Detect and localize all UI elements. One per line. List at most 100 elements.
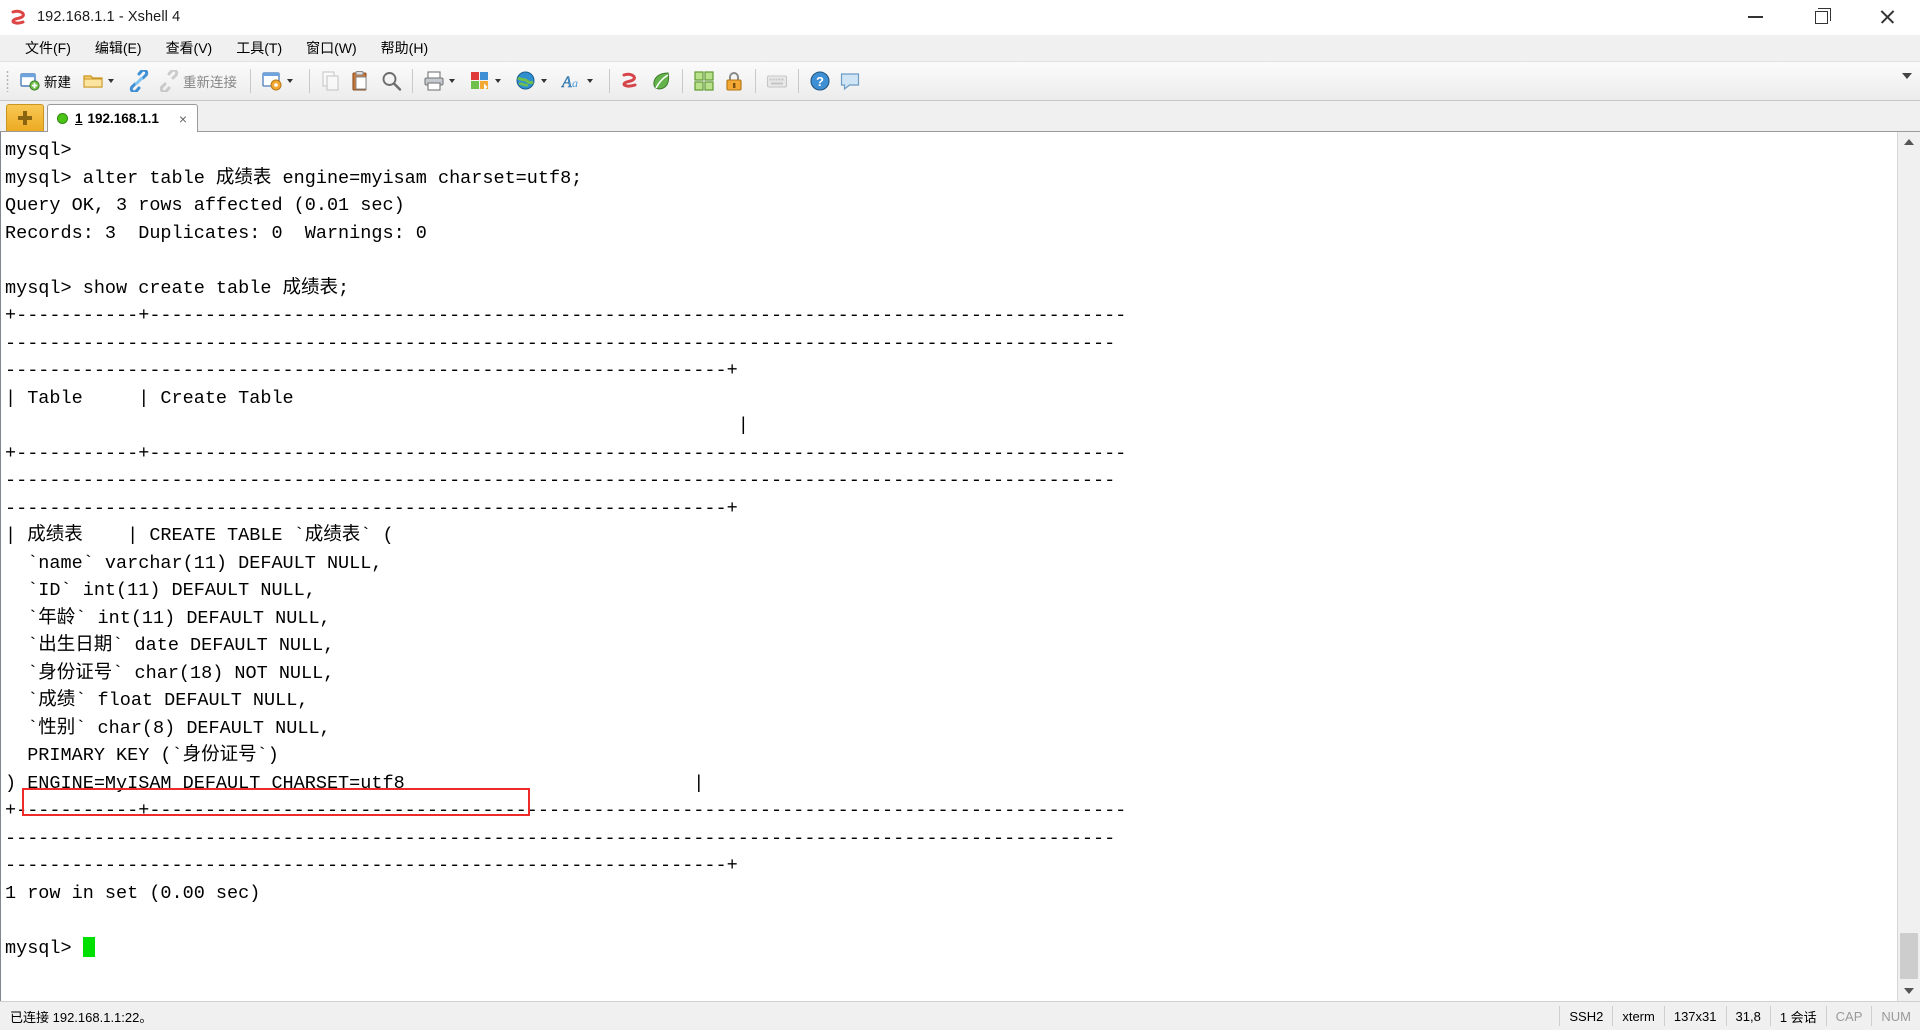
new-window-icon (19, 70, 41, 92)
arrange-button[interactable] (689, 65, 719, 97)
chevron-down-icon[interactable] (287, 79, 293, 83)
terminal-line: +-----------+---------------------------… (5, 442, 1127, 464)
terminal-line: +-----------+---------------------------… (5, 800, 1127, 821)
open-session-button[interactable] (78, 65, 124, 97)
terminal-line: Records: 3 Duplicates: 0 Warnings: 0 (5, 222, 427, 244)
terminal-line: PRIMARY KEY (`身份证号`) (5, 745, 279, 766)
close-button[interactable] (1854, 0, 1920, 34)
terminal-line: | Table | Create Table (5, 387, 294, 409)
help-button[interactable]: ? (805, 65, 835, 97)
toolbar-separator (682, 69, 683, 93)
terminal-line: mysql> alter table 成绩表 engine=myisam cha… (5, 167, 583, 189)
plus-icon (18, 111, 32, 125)
terminal-line: ) ENGINE=MyISAM DEFAULT CHARSET=utf8 | (5, 772, 705, 794)
terminal-line: `ID` int(11) DEFAULT NULL, (5, 580, 316, 601)
xshell-icon (620, 70, 642, 92)
chevron-down-icon[interactable] (495, 79, 501, 83)
new-session-button[interactable]: 新建 (15, 65, 78, 97)
maximize-button[interactable] (1788, 0, 1854, 34)
toolbar-separator (755, 69, 756, 93)
scrollbar-thumb[interactable] (1900, 933, 1918, 979)
feedback-button[interactable] (835, 65, 865, 97)
web-button[interactable] (511, 65, 557, 97)
status-session-count: 1 会话 (1769, 1006, 1826, 1026)
terminal-output[interactable]: mysql> mysql> alter table 成绩表 engine=myis… (1, 132, 1897, 1001)
xftp-button[interactable] (646, 65, 676, 97)
minimize-button[interactable] (1722, 0, 1788, 34)
status-num-lock: NUM (1871, 1006, 1920, 1026)
terminal-line: `年龄` int(11) DEFAULT NULL, (5, 607, 331, 629)
status-cursor-position: 31,8 (1725, 1006, 1770, 1026)
terminal-line: ----------------------------------------… (5, 855, 738, 876)
tile-windows-icon (693, 70, 715, 92)
scroll-down-button[interactable] (1898, 981, 1920, 1001)
terminal-line: ----------------------------------------… (5, 827, 1116, 849)
speech-bubble-icon (839, 70, 861, 92)
transfer-button[interactable] (465, 65, 511, 97)
session-properties-button[interactable] (257, 65, 303, 97)
status-caps-lock: CAP (1825, 1006, 1872, 1026)
terminal-line: `身份证号` char(18) NOT NULL, (5, 662, 335, 684)
reconnect-label: 重新连接 (183, 75, 237, 90)
toolbar-grip[interactable] (6, 70, 9, 92)
print-button[interactable] (419, 65, 465, 97)
connect-button[interactable] (124, 65, 154, 97)
toolbar-separator (309, 69, 310, 93)
toolbar-overflow-chevron[interactable] (1902, 73, 1912, 79)
font-button[interactable]: Aa (557, 65, 603, 97)
menu-tools[interactable]: 工具(T) (225, 35, 293, 61)
copy-button[interactable] (316, 65, 346, 97)
new-session-label: 新建 (44, 75, 71, 90)
paste-button[interactable] (346, 65, 376, 97)
menu-file[interactable]: 文件(F) (14, 35, 82, 61)
terminal-line: 1 row in set (0.00 sec) (5, 882, 261, 904)
terminal-line: `性别` char(8) DEFAULT NULL, (5, 717, 331, 739)
status-terminal-type: xterm (1612, 1006, 1664, 1026)
terminal-line: ----------------------------------------… (5, 360, 738, 381)
menu-help[interactable]: 帮助(H) (370, 35, 439, 61)
help-question-icon: ? (809, 70, 831, 92)
terminal-scrollbar[interactable] (1897, 132, 1920, 1001)
lock-button[interactable] (719, 65, 749, 97)
reconnect-icon (158, 68, 180, 94)
font-icon: Aa (561, 70, 583, 92)
scroll-up-button[interactable] (1898, 132, 1920, 152)
search-icon (380, 70, 402, 92)
globe-icon (515, 70, 537, 92)
menu-window[interactable]: 窗口(W) (295, 35, 368, 61)
scrollbar-track[interactable] (1898, 152, 1920, 981)
toolbar-separator (412, 69, 413, 93)
svg-text:A: A (561, 74, 572, 91)
tab-index: 1 (75, 111, 83, 126)
toolbar: 新建 重新连接 A a ? (0, 61, 1920, 101)
terminal-line: `name` varchar(11) DEFAULT NULL, (5, 552, 383, 574)
terminal-line: ----------------------------------------… (5, 332, 1116, 354)
paste-clipboard-icon (350, 70, 372, 92)
keyboard-button[interactable] (762, 65, 792, 97)
copy-icon (320, 70, 342, 92)
menu-edit[interactable]: 编辑(E) (84, 35, 153, 61)
terminal-line: +-----------+---------------------------… (5, 305, 1127, 326)
status-size: 137x31 (1663, 1006, 1726, 1026)
chevron-down-icon[interactable] (108, 79, 114, 83)
reconnect-button[interactable]: 重新连接 (154, 65, 244, 97)
menu-view[interactable]: 查看(V) (155, 35, 224, 61)
terminal-line: ----------------------------------------… (5, 470, 1116, 491)
tab-bar: 1 192.168.1.1 × (0, 101, 1920, 132)
toolbar-separator (609, 69, 610, 93)
xshell-button[interactable] (616, 65, 646, 97)
lock-icon (723, 70, 745, 92)
new-tab-button[interactable] (6, 104, 44, 131)
file-transfer-icon (469, 70, 491, 92)
terminal-line: | 成绩表 | CREATE TABLE `成绩表` ( (5, 525, 394, 546)
find-button[interactable] (376, 65, 406, 97)
chevron-down-icon[interactable] (449, 79, 455, 83)
terminal-line: mysql> show create table 成绩表; (5, 277, 350, 299)
title-bar: 192.168.1.1 - Xshell 4 (0, 0, 1920, 35)
terminal-line: | (5, 415, 749, 436)
tab-close-icon[interactable]: × (175, 110, 191, 128)
chevron-down-icon[interactable] (541, 79, 547, 83)
chevron-down-icon[interactable] (587, 79, 593, 83)
session-tab-192-168-1-1[interactable]: 1 192.168.1.1 × (47, 104, 199, 132)
